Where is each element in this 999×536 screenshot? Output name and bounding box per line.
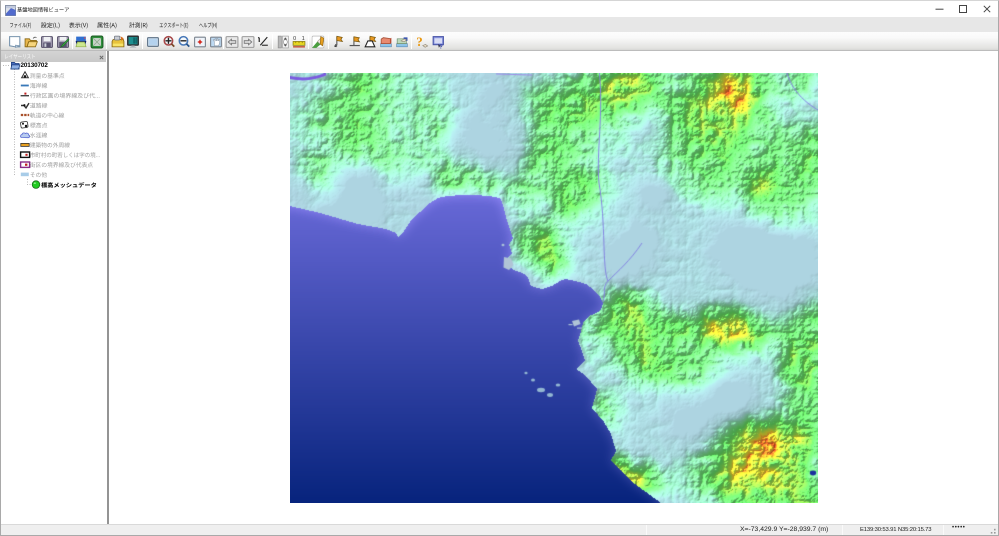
svg-text:?: ?	[439, 44, 443, 49]
svg-text:1: 1	[301, 35, 304, 41]
svg-text:?: ?	[416, 35, 422, 49]
svg-text:0: 0	[293, 35, 296, 41]
